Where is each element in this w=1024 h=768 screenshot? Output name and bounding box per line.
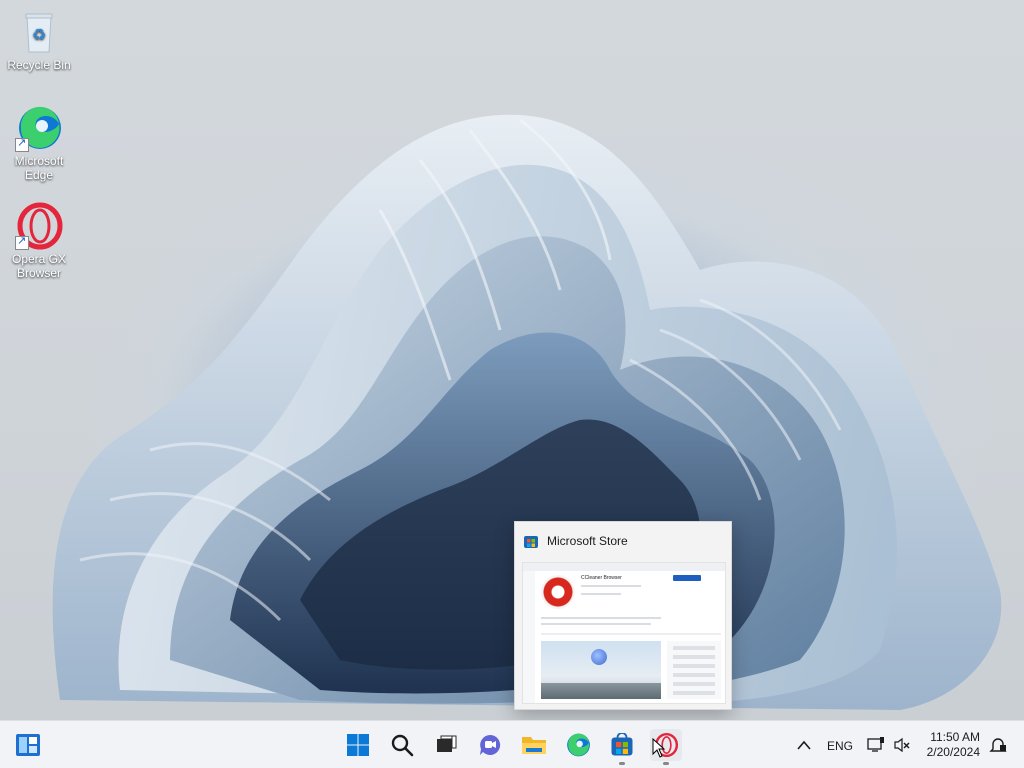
preview-app-name: CCleaner Browser <box>581 575 622 581</box>
preview-title: Microsoft Store <box>547 534 628 548</box>
widgets-icon <box>16 734 40 756</box>
edge-icon <box>567 733 590 757</box>
recycle-bin-icon: ♻ <box>15 8 63 56</box>
volume-button[interactable] <box>888 729 916 761</box>
edge-taskbar-button[interactable] <box>562 729 594 761</box>
microsoft-store-icon <box>524 536 538 548</box>
clock[interactable]: 11:50 AM 2/20/2024 <box>927 730 980 760</box>
running-indicator <box>619 762 625 765</box>
running-indicator <box>663 762 669 765</box>
preview-header: Microsoft Store <box>515 522 731 560</box>
desktop-icon-microsoft-edge[interactable]: Microsoft Edge <box>2 104 76 182</box>
task-view-icon <box>437 735 457 752</box>
desktop-icon-label: Microsoft Edge <box>14 154 64 182</box>
shortcut-arrow-icon <box>15 136 29 152</box>
ccleaner-icon <box>541 575 575 609</box>
microsoft-store-taskbar-button[interactable] <box>606 729 638 765</box>
file-explorer-icon <box>522 737 546 754</box>
mouse-cursor-icon <box>652 738 666 758</box>
desktop-icon-recycle-bin[interactable]: ♻ Recycle Bin <box>2 8 76 72</box>
language-indicator[interactable]: ENG <box>827 739 853 753</box>
shortcut-arrow-icon <box>15 234 29 250</box>
svg-text:♻: ♻ <box>32 25 46 44</box>
desktop-icon-opera-gx[interactable]: Opera GX Browser <box>2 202 76 280</box>
chat-button[interactable] <box>474 729 506 761</box>
search-icon <box>391 734 414 757</box>
start-button[interactable] <box>342 729 374 761</box>
desktop-icon-label: Opera GX Browser <box>11 252 67 280</box>
microsoft-store-window-preview[interactable]: Microsoft Store CCleaner Browser <box>514 521 732 710</box>
chevron-up-icon <box>797 740 811 750</box>
chat-icon <box>480 734 501 755</box>
opera-gx-icon <box>15 202 63 250</box>
preview-thumbnail: CCleaner Browser <box>522 562 726 704</box>
desktop-icon-label: Recycle Bin <box>7 58 71 72</box>
network-icon <box>867 737 884 752</box>
task-view-button[interactable] <box>430 729 462 761</box>
file-explorer-button[interactable] <box>518 729 550 761</box>
edge-icon <box>15 104 63 152</box>
taskbar: ENG 11:50 AM 2/20/2024 <box>0 720 1024 768</box>
volume-muted-icon <box>894 737 910 753</box>
network-button[interactable] <box>862 729 890 761</box>
microsoft-store-icon <box>611 733 633 756</box>
clock-time: 11:50 AM <box>930 730 980 744</box>
clock-date: 2/20/2024 <box>926 745 980 759</box>
notification-icon <box>989 738 1007 752</box>
preview-screenshot <box>541 641 661 699</box>
desktop-wallpaper <box>52 114 1002 710</box>
show-hidden-icons-button[interactable] <box>790 729 818 761</box>
search-button[interactable] <box>386 729 418 761</box>
windows-start-icon <box>347 734 369 756</box>
widgets-button[interactable] <box>12 729 44 761</box>
notification-button[interactable] <box>984 729 1012 761</box>
